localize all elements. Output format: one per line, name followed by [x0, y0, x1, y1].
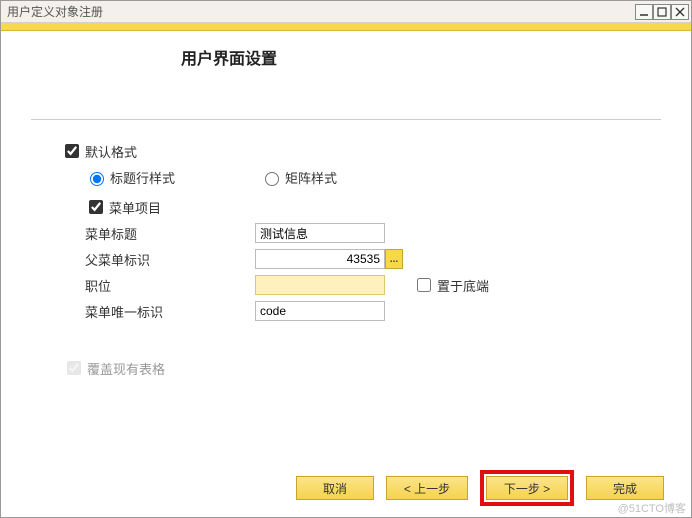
overwrite-row: 覆盖现有表格: [63, 358, 691, 378]
default-format-label: 默认格式: [85, 142, 137, 161]
close-button[interactable]: [671, 4, 689, 20]
unique-id-input[interactable]: [255, 301, 385, 321]
window-title: 用户定义对象注册: [7, 3, 103, 20]
menu-title-input[interactable]: [255, 223, 385, 243]
watermark: @51CTO博客: [618, 500, 686, 516]
overwrite-label: 覆盖现有表格: [87, 359, 165, 378]
position-input[interactable]: [255, 275, 385, 295]
default-format-row: 默认格式: [61, 138, 691, 164]
unique-id-row: 菜单唯一标识: [61, 298, 691, 324]
next-button-highlight: 下一步 >: [480, 470, 574, 506]
matrix-style-label: 矩阵样式: [285, 168, 337, 187]
bottom-checkbox-label: 置于底端: [437, 276, 489, 295]
parent-id-input[interactable]: [255, 249, 385, 269]
parent-id-row: 父菜单标识 ...: [61, 246, 691, 272]
position-row: 职位 置于底端: [61, 272, 691, 298]
unique-id-field-label: 菜单唯一标识: [85, 302, 255, 321]
matrix-style-radio[interactable]: [265, 172, 279, 186]
parent-id-field-label: 父菜单标识: [85, 250, 255, 269]
title-row-style-radio[interactable]: [90, 172, 104, 186]
ribbon-accent: [1, 23, 691, 31]
position-field-label: 职位: [85, 276, 255, 295]
prev-button[interactable]: < 上一步: [386, 476, 468, 500]
titlebar: 用户定义对象注册: [1, 1, 691, 23]
form: 默认格式 标题行样式 矩阵样式 菜单项目 菜单标题 父菜单标识: [1, 120, 691, 324]
dialog-window: 用户定义对象注册 用户界面设置 默认格式 标题行样式 矩阵样式: [0, 0, 692, 518]
overwrite-checkbox: [67, 361, 81, 375]
title-row-style-label: 标题行样式: [110, 168, 175, 187]
cancel-button[interactable]: 取消: [296, 476, 374, 500]
minimize-button[interactable]: [635, 4, 653, 20]
menu-title-field-label: 菜单标题: [85, 224, 255, 243]
client-area: 用户界面设置 默认格式 标题行样式 矩阵样式 菜单项目 菜单标题: [1, 31, 691, 517]
page-header: 用户界面设置: [1, 31, 691, 69]
maximize-button[interactable]: [653, 4, 671, 20]
bottom-checkbox[interactable]: [417, 278, 431, 292]
finish-button[interactable]: 完成: [586, 476, 664, 500]
style-radio-row: 标题行样式 矩阵样式: [61, 164, 691, 190]
window-controls: [635, 4, 689, 20]
parent-id-browse-button[interactable]: ...: [385, 249, 403, 269]
next-button[interactable]: 下一步 >: [486, 476, 568, 500]
footer-buttons: 取消 < 上一步 下一步 > 完成: [296, 470, 664, 506]
default-format-checkbox[interactable]: [65, 144, 79, 158]
page-title: 用户界面设置: [181, 45, 691, 69]
menu-item-row: 菜单项目: [61, 194, 691, 220]
menu-item-label: 菜单项目: [109, 198, 161, 217]
menu-item-checkbox[interactable]: [89, 200, 103, 214]
menu-title-row: 菜单标题: [61, 220, 691, 246]
